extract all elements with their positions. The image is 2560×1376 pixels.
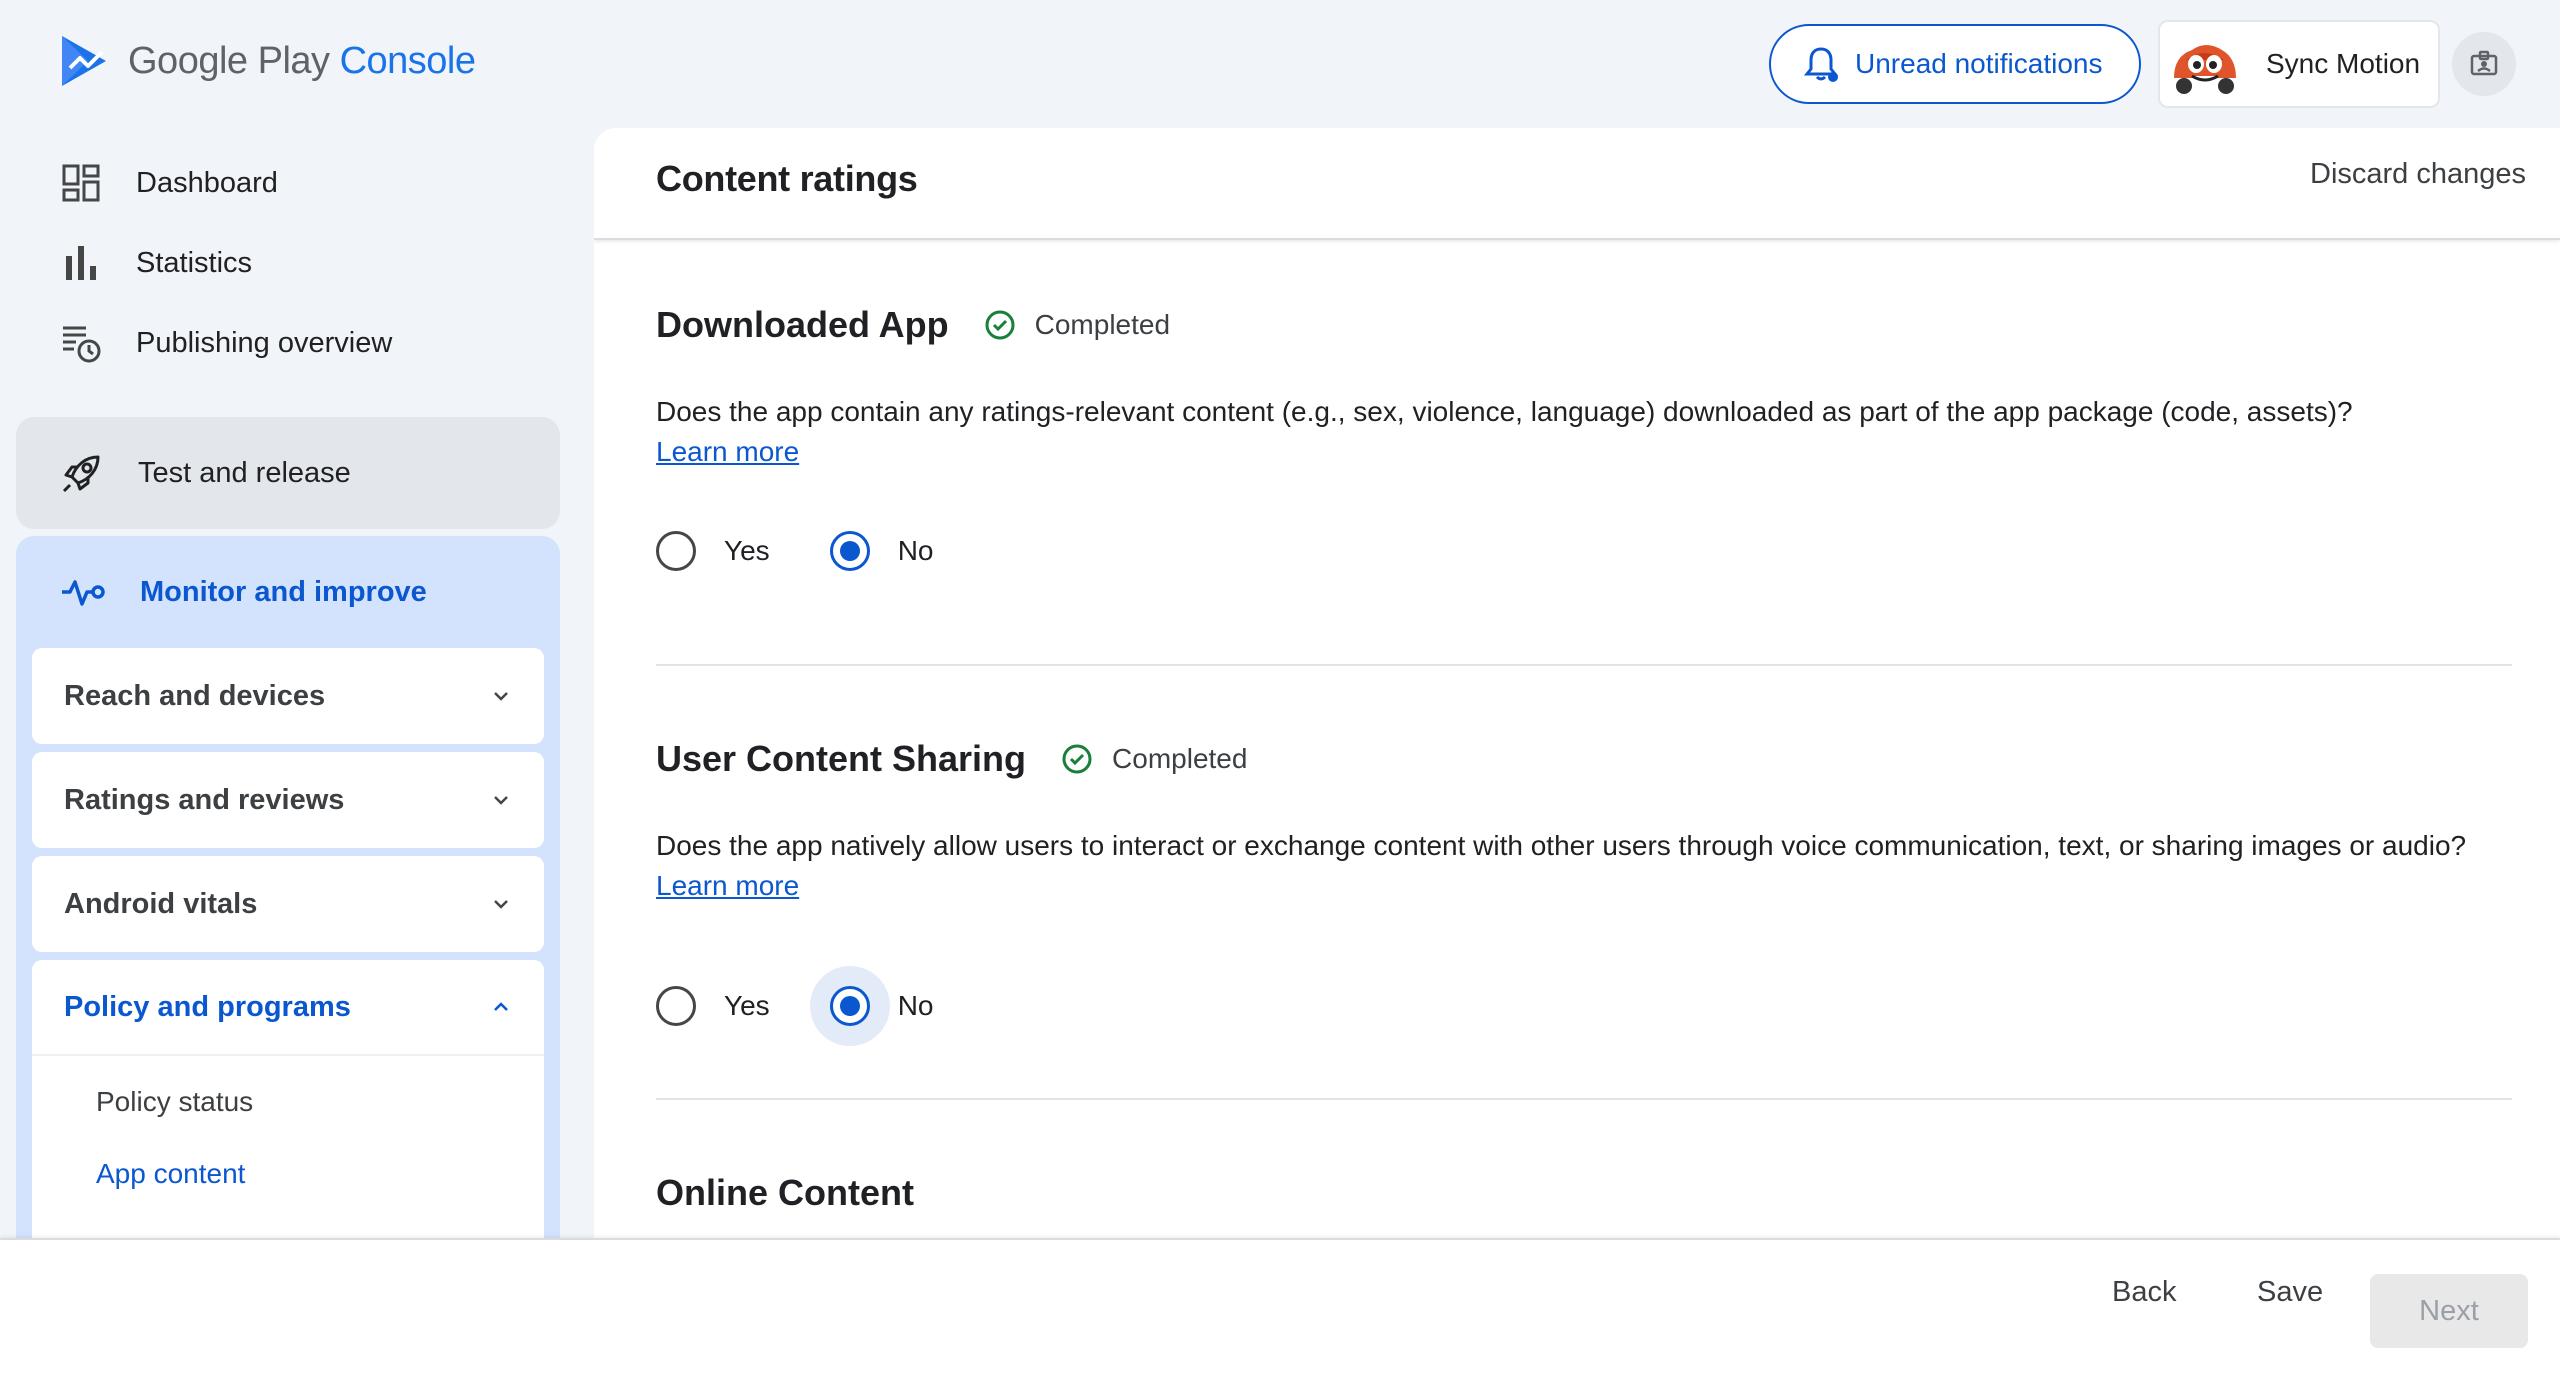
publishing-overview-icon xyxy=(63,326,101,363)
sidebar-item-test-and-release[interactable]: Test and release xyxy=(16,417,560,529)
check-circle-icon xyxy=(985,310,1015,340)
sidebar-item-label: Dashboard xyxy=(136,166,278,199)
sidebar-item-label: Test and release xyxy=(138,456,351,489)
notifications-label: Unread notifications xyxy=(1855,48,2103,79)
section-user-content-sharing-title: User Content Sharing Completed xyxy=(656,738,1247,780)
sidebar-item-android-vitals[interactable]: Android vitals xyxy=(32,856,544,952)
logo-text: Google Play Console xyxy=(128,39,476,82)
check-circle-icon xyxy=(1062,744,1092,774)
google-play-console-logo[interactable]: Google Play Console xyxy=(58,34,476,88)
sidebar-item-ratings-and-reviews[interactable]: Ratings and reviews xyxy=(32,752,544,848)
status-badge: Completed xyxy=(1060,742,1247,776)
question-body: Does the app natively allow users to int… xyxy=(656,830,2467,861)
discard-changes-button[interactable]: Discard changes xyxy=(2310,158,2526,191)
section-title-text: Online Content xyxy=(656,1172,914,1213)
radio-option-no[interactable]: No xyxy=(829,531,934,571)
app-avatar xyxy=(2166,26,2242,102)
developer-account-button[interactable] xyxy=(2452,32,2516,96)
pulse-icon xyxy=(62,580,105,606)
sidebar-item-label: Publishing overview xyxy=(136,326,393,359)
status-text: Completed xyxy=(1034,309,1171,340)
unread-notifications-button[interactable]: Unread notifications xyxy=(1769,24,2141,104)
account-name: Sync Motion xyxy=(2266,48,2421,79)
play-console-logo-icon xyxy=(62,36,106,86)
badge-icon xyxy=(2470,50,2498,76)
bell-icon xyxy=(1803,47,1839,82)
sidebar-item-label: Policy and programs xyxy=(64,990,351,1023)
radio-focus-halo xyxy=(809,966,890,1046)
sidebar-item-statistics[interactable]: Statistics xyxy=(16,227,560,299)
radio-button-yes[interactable] xyxy=(656,986,696,1026)
radio-label: No xyxy=(897,535,934,566)
radio-button-yes[interactable] xyxy=(656,531,696,571)
radio-label: Yes xyxy=(724,990,770,1021)
rocket-icon xyxy=(62,455,100,493)
next-button[interactable]: Next xyxy=(2370,1274,2528,1348)
sidebar-section-monitor-and-improve: Monitor and improve Reach and devices Ra… xyxy=(16,536,560,1260)
section-downloaded-app-title: Downloaded App Completed xyxy=(656,304,1170,346)
radio-label: Yes xyxy=(724,535,770,566)
section-title-text: User Content Sharing xyxy=(656,738,1027,779)
car-mascot-icon xyxy=(2166,26,2242,102)
sidebar-item-label: Reach and devices xyxy=(64,679,326,712)
panel-header: Content ratings Discard changes xyxy=(594,128,2560,240)
sidebar-item-reach-and-devices[interactable]: Reach and devices xyxy=(32,648,544,744)
status-badge: Completed xyxy=(983,308,1170,342)
status-text: Completed xyxy=(1112,743,1248,774)
bar-chart-icon xyxy=(66,246,96,280)
section-divider xyxy=(656,1098,2512,1100)
footer-action-bar: Back Save Next xyxy=(0,1238,2560,1376)
radio-label: No xyxy=(897,990,934,1021)
question-text: Does the app natively allow users to int… xyxy=(656,826,2496,906)
page-title: Content ratings xyxy=(656,158,918,199)
sidebar-item-label: Monitor and improve xyxy=(140,575,427,608)
chevron-down-icon xyxy=(494,900,508,909)
radio-button-no[interactable] xyxy=(829,531,870,571)
section-title-text: Downloaded App xyxy=(656,304,949,345)
sidebar-item-dashboard[interactable]: Dashboard xyxy=(16,147,560,219)
radio-group-downloaded-app: Yes No xyxy=(656,531,933,571)
radio-option-yes[interactable]: Yes xyxy=(656,531,770,571)
back-button[interactable]: Back xyxy=(2112,1276,2176,1309)
section-online-content-title: Online Content xyxy=(656,1172,914,1214)
sidebar-item-policy-and-programs[interactable]: Policy and programs xyxy=(32,960,544,1056)
save-button[interactable]: Save xyxy=(2257,1276,2323,1309)
sidebar-item-label: Ratings and reviews xyxy=(64,783,345,816)
radio-button-no[interactable] xyxy=(829,986,870,1026)
sidebar-item-monitor-and-improve[interactable]: Monitor and improve xyxy=(60,572,427,612)
content-ratings-panel: Content ratings Discard changes Download… xyxy=(594,128,2560,1248)
chevron-up-icon xyxy=(494,1002,508,1011)
question-text: Does the app contain any ratings-relevan… xyxy=(656,392,2536,472)
radio-option-yes[interactable]: Yes xyxy=(656,986,770,1026)
account-switcher[interactable]: Sync Motion xyxy=(2158,20,2440,108)
sidebar-item-label: Statistics xyxy=(136,246,253,279)
sidebar-item-publishing-overview[interactable]: Publishing overview xyxy=(16,307,560,379)
question-body: Does the app contain any ratings-relevan… xyxy=(656,396,2353,427)
sidebar-link-app-content[interactable]: App content xyxy=(96,1158,245,1190)
sidebar-link-policy-status[interactable]: Policy status xyxy=(96,1086,253,1118)
learn-more-link[interactable]: Learn more xyxy=(656,870,799,901)
dashboard-icon xyxy=(62,164,100,202)
radio-option-no[interactable]: No xyxy=(809,966,934,1046)
chevron-down-icon xyxy=(494,692,508,701)
chevron-down-icon xyxy=(494,796,508,805)
radio-group-user-content-sharing: Yes No xyxy=(656,966,933,1046)
sidebar-item-label: Android vitals xyxy=(64,887,258,920)
learn-more-link[interactable]: Learn more xyxy=(656,436,799,467)
sidebar-policy-and-programs: Policy and programs Policy status App co… xyxy=(32,960,544,1260)
section-divider xyxy=(656,664,2512,666)
